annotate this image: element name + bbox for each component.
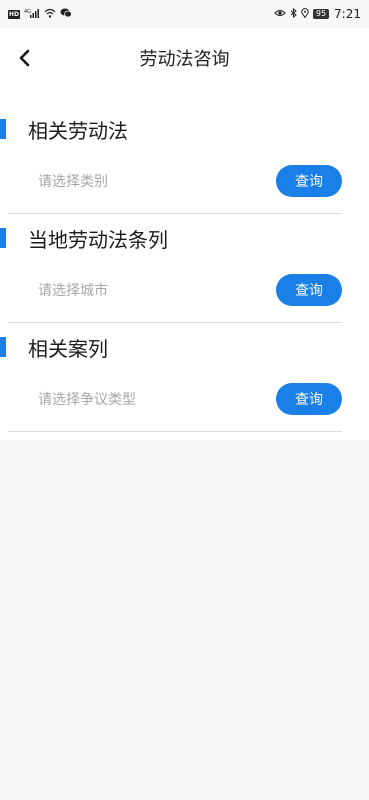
query-row: 请选择争议类型 查询 — [8, 382, 342, 416]
section-header: 相关劳动法 — [0, 116, 128, 143]
location-icon — [301, 7, 309, 21]
status-time: 7:21 — [334, 7, 361, 21]
divider — [8, 431, 342, 432]
app-header: 劳动法咨询 — [0, 28, 369, 88]
bluetooth-icon — [290, 7, 297, 21]
wifi-icon — [44, 8, 56, 21]
city-select[interactable]: 请选择城市 — [8, 280, 108, 300]
section-related-cases: 相关案列 请选择争议类型 查询 — [0, 306, 369, 432]
battery-indicator: 95 — [312, 9, 330, 19]
eye-icon — [274, 8, 286, 21]
query-button[interactable]: 查询 — [276, 274, 342, 306]
page-title: 劳动法咨询 — [139, 49, 230, 70]
signal-icon: 4G — [24, 8, 40, 21]
section-accent-bar — [0, 119, 6, 139]
svg-text:4G: 4G — [24, 9, 31, 15]
section-accent-bar — [0, 228, 6, 248]
category-select[interactable]: 请选择类别 — [8, 171, 108, 191]
status-bar-left: HD 4G — [8, 8, 72, 21]
section-header: 相关案列 — [0, 334, 108, 361]
section-accent-bar — [0, 337, 6, 357]
section-title: 当地劳动法条列 — [28, 227, 168, 252]
query-row: 请选择类别 查询 — [8, 164, 342, 198]
wechat-icon — [60, 8, 72, 21]
status-bar-right: 95 7:21 — [274, 7, 361, 21]
section-header: 当地劳动法条列 — [0, 225, 168, 252]
query-row: 请选择城市 查询 — [8, 273, 342, 307]
query-button[interactable]: 查询 — [276, 383, 342, 415]
dispute-type-select[interactable]: 请选择争议类型 — [8, 389, 136, 409]
query-button[interactable]: 查询 — [276, 165, 342, 197]
content-card: 相关劳动法 请选择类别 查询 当地劳动法条列 请选择城市 查询 相关案列 请选择… — [0, 88, 369, 440]
section-title: 相关案列 — [28, 336, 108, 361]
section-title: 相关劳动法 — [28, 118, 128, 143]
chevron-left-icon — [19, 49, 30, 67]
section-local-law: 当地劳动法条列 请选择城市 查询 — [0, 197, 369, 323]
section-labor-law: 相关劳动法 请选择类别 查询 — [0, 88, 369, 214]
status-bar: HD 4G 95 7:21 — [0, 0, 369, 28]
back-button[interactable] — [10, 43, 40, 73]
hd-badge: HD — [8, 9, 20, 19]
